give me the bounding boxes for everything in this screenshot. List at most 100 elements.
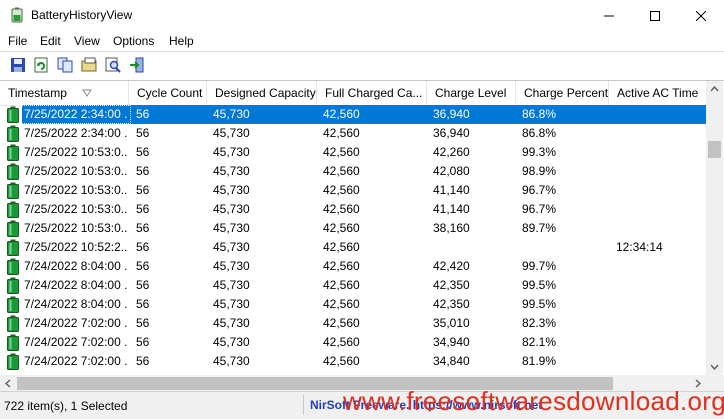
status-separator bbox=[303, 395, 304, 415]
app-icon bbox=[11, 7, 23, 23]
table-row[interactable]: 7/24/2022 7:02:00 ... 56 45,730 42,560 34,84… bbox=[0, 352, 706, 371]
table-row[interactable]: 7/24/2022 7:02:00 ... 56 45,730 42,560 35,01… bbox=[0, 314, 706, 333]
cell-designed-capacity: 45,730 bbox=[213, 164, 250, 178]
cell-charge-percent: 81.9% bbox=[522, 354, 557, 368]
status-item-count: 722 item(s), 1 Selected bbox=[4, 399, 128, 413]
cell-charge-level: 42,420 bbox=[433, 259, 470, 273]
properties-icon[interactable] bbox=[81, 57, 97, 73]
menu-file[interactable]: File bbox=[8, 34, 27, 48]
save-icon[interactable] bbox=[10, 57, 26, 73]
menu-help[interactable]: Help bbox=[169, 34, 194, 48]
cell-timestamp: 7/24/2022 7:02:00 ... bbox=[24, 354, 128, 368]
scroll-left-icon[interactable] bbox=[0, 375, 17, 392]
table-row[interactable]: 7/25/2022 10:52:2... 56 45,730 42,560 12:34:… bbox=[0, 238, 706, 257]
table-row[interactable]: 7/25/2022 10:53:0... 56 45,730 42,560 42,080… bbox=[0, 162, 706, 181]
table-row[interactable]: 7/25/2022 2:34:00 ... 56 45,730 42,560 36,94… bbox=[0, 105, 706, 124]
cell-cycle-count: 56 bbox=[136, 107, 150, 121]
cell-designed-capacity: 45,730 bbox=[213, 145, 250, 159]
battery-icon bbox=[7, 315, 19, 332]
cell-cycle-count: 56 bbox=[136, 126, 150, 140]
cell-designed-capacity: 45,730 bbox=[213, 183, 250, 197]
minimize-icon bbox=[604, 15, 614, 16]
cell-designed-capacity: 45,730 bbox=[213, 240, 250, 254]
history-list[interactable]: Timestamp Cycle Count Designed Capacity … bbox=[0, 80, 724, 392]
table-row[interactable]: 7/24/2022 8:04:00 ... 56 45,730 42,560 42,35… bbox=[0, 276, 706, 295]
cell-cycle-count: 56 bbox=[136, 297, 150, 311]
cell-cycle-count: 56 bbox=[136, 335, 150, 349]
table-row[interactable]: 7/25/2022 10:53:0... 56 45,730 42,560 38,160… bbox=[0, 219, 706, 238]
column-active-ac-time[interactable]: Active AC Time bbox=[609, 81, 706, 105]
cell-active-ac-time: 12:34:14 bbox=[616, 240, 663, 254]
cell-timestamp: 7/24/2022 8:04:00 ... bbox=[24, 278, 128, 292]
table-row[interactable]: 7/25/2022 2:34:00 ... 56 45,730 42,560 36,94… bbox=[0, 124, 706, 143]
toolbar bbox=[0, 51, 724, 80]
column-cycle-count[interactable]: Cycle Count bbox=[129, 81, 207, 105]
cell-charge-percent bbox=[522, 238, 606, 257]
vertical-scroll-thumb[interactable] bbox=[708, 141, 721, 158]
battery-icon bbox=[7, 258, 19, 275]
find-icon[interactable] bbox=[105, 57, 121, 73]
cell-active-ac-time bbox=[616, 219, 704, 238]
cell-designed-capacity: 45,730 bbox=[213, 316, 250, 330]
battery-icon bbox=[7, 106, 19, 123]
cell-designed-capacity: 45,730 bbox=[213, 126, 250, 140]
cell-active-ac-time bbox=[616, 257, 704, 276]
exit-icon[interactable] bbox=[129, 57, 145, 73]
vertical-scrollbar[interactable] bbox=[706, 81, 723, 375]
copy-icon[interactable] bbox=[57, 57, 73, 73]
cell-cycle-count: 56 bbox=[136, 183, 150, 197]
cell-cycle-count: 56 bbox=[136, 221, 150, 235]
table-row[interactable]: 7/25/2022 10:53:0... 56 45,730 42,560 41,140… bbox=[0, 181, 706, 200]
battery-icon bbox=[7, 353, 19, 370]
table-row[interactable]: 7/25/2022 10:53:0... 56 45,730 42,560 41,140… bbox=[0, 200, 706, 219]
column-designed-capacity[interactable]: Designed Capacity bbox=[207, 81, 317, 105]
maximize-button[interactable] bbox=[632, 0, 678, 31]
cell-timestamp: 7/25/2022 10:53:0... bbox=[24, 221, 128, 235]
cell-cycle-count: 56 bbox=[136, 278, 150, 292]
cell-charge-percent: 98.9% bbox=[522, 164, 557, 178]
cell-timestamp: 7/24/2022 8:04:00 ... bbox=[24, 297, 128, 311]
battery-icon bbox=[7, 163, 19, 180]
cell-cycle-count: 56 bbox=[136, 145, 150, 159]
cell-active-ac-time bbox=[616, 352, 704, 371]
column-charge-level[interactable]: Charge Level bbox=[427, 81, 516, 105]
cell-charge-level: 41,140 bbox=[433, 202, 470, 216]
battery-icon bbox=[7, 220, 19, 237]
cell-active-ac-time bbox=[616, 333, 704, 352]
scroll-up-icon[interactable] bbox=[706, 81, 723, 98]
cell-timestamp: 7/25/2022 10:53:0... bbox=[24, 183, 128, 197]
cell-full-charged-capacity: 42,560 bbox=[323, 278, 360, 292]
title-bar: BatteryHistoryView bbox=[0, 0, 724, 31]
column-charge-percent[interactable]: Charge Percent bbox=[516, 81, 609, 105]
cell-charge-level: 34,940 bbox=[433, 335, 470, 349]
cell-active-ac-time bbox=[616, 200, 704, 219]
cell-charge-percent: 99.5% bbox=[522, 297, 557, 311]
cell-charge-percent: 96.7% bbox=[522, 183, 557, 197]
cell-full-charged-capacity: 42,560 bbox=[323, 259, 360, 273]
table-row[interactable]: 7/24/2022 8:04:00 ... 56 45,730 42,560 42,35… bbox=[0, 295, 706, 314]
table-row[interactable]: 7/24/2022 7:02:00 ... 56 45,730 42,560 34,94… bbox=[0, 333, 706, 352]
close-button[interactable] bbox=[678, 0, 724, 31]
window-title: BatteryHistoryView bbox=[31, 8, 133, 22]
column-timestamp[interactable]: Timestamp bbox=[0, 81, 129, 105]
cell-charge-percent: 99.3% bbox=[522, 145, 557, 159]
minimize-button[interactable] bbox=[586, 0, 632, 31]
cell-charge-level: 42,350 bbox=[433, 297, 470, 311]
battery-icon bbox=[7, 144, 19, 161]
menu-view[interactable]: View bbox=[74, 34, 100, 48]
cell-full-charged-capacity: 42,560 bbox=[323, 240, 360, 254]
cell-timestamp: 7/25/2022 2:34:00 ... bbox=[24, 126, 128, 140]
menu-edit[interactable]: Edit bbox=[40, 34, 61, 48]
cell-charge-level bbox=[433, 238, 513, 257]
cell-full-charged-capacity: 42,560 bbox=[323, 221, 360, 235]
scroll-down-icon[interactable] bbox=[706, 358, 723, 375]
column-full-charged-capacity[interactable]: Full Charged Ca... bbox=[317, 81, 427, 105]
cell-timestamp: 7/25/2022 2:34:00 ... bbox=[24, 107, 128, 121]
table-row[interactable]: 7/24/2022 8:04:00 ... 56 45,730 42,560 42,42… bbox=[0, 257, 706, 276]
table-row[interactable]: 7/25/2022 10:53:0... 56 45,730 42,560 42,260… bbox=[0, 143, 706, 162]
menu-options[interactable]: Options bbox=[113, 34, 154, 48]
rows-container: 7/25/2022 2:34:00 ... 56 45,730 42,560 36,94… bbox=[0, 105, 706, 375]
cell-full-charged-capacity: 42,560 bbox=[323, 126, 360, 140]
cell-full-charged-capacity: 42,560 bbox=[323, 183, 360, 197]
refresh-icon[interactable] bbox=[33, 57, 49, 73]
